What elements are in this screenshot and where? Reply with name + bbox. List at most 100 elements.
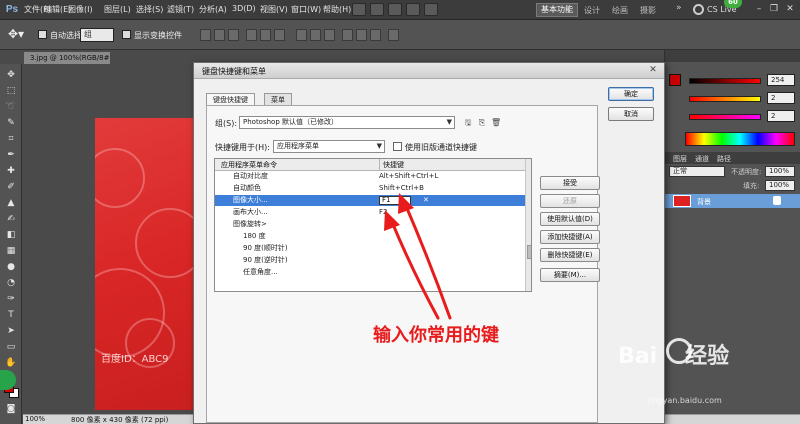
distribute-hcenter-icon[interactable] <box>356 29 367 41</box>
align-hcenter-icon[interactable] <box>260 29 271 41</box>
eraser-tool-icon[interactable]: ◧ <box>3 228 19 242</box>
close-window-icon[interactable]: ✕ <box>783 3 797 16</box>
bridge-icon[interactable] <box>352 3 366 16</box>
distribute-bottom-icon[interactable] <box>324 29 335 41</box>
table-row[interactable]: 自动颜色 Shift+Ctrl+B <box>215 183 525 194</box>
table-row[interactable]: 图像旋转> <box>215 219 525 230</box>
delete-shortcut-button[interactable]: 删除快捷键(E) <box>540 248 600 262</box>
path-select-tool-icon[interactable]: ➤ <box>3 324 19 338</box>
workspace-button[interactable]: 基本功能 <box>536 3 578 17</box>
tab-keyboard-shortcuts[interactable]: 键盘快捷键 <box>206 93 255 105</box>
table-row[interactable]: 自动对比度 Alt+Shift+Ctrl+L <box>215 171 525 182</box>
align-bottom-icon[interactable] <box>228 29 239 41</box>
shortcut-input[interactable]: F1 <box>379 196 411 205</box>
auto-align-icon[interactable] <box>388 29 399 41</box>
red-slider-track[interactable] <box>689 78 761 84</box>
eyedropper-tool-icon[interactable]: ✒ <box>3 148 19 162</box>
healing-brush-tool-icon[interactable]: ✚ <box>3 164 19 178</box>
pen-tool-icon[interactable]: ✑ <box>3 292 19 306</box>
menu-select[interactable]: 选择(S) <box>136 4 163 15</box>
distribute-vcenter-icon[interactable] <box>310 29 321 41</box>
tab-menus[interactable]: 菜单 <box>264 93 292 105</box>
type-tool-icon[interactable]: T <box>3 308 19 322</box>
shape-tool-icon[interactable]: ▭ <box>3 340 19 354</box>
quick-select-tool-icon[interactable]: ✎ <box>3 116 19 130</box>
delete-set-icon[interactable]: 🗑 <box>491 117 501 128</box>
cs-live-icon[interactable] <box>693 4 704 15</box>
color-spectrum[interactable] <box>685 132 795 146</box>
color-slider-b[interactable]: 2 <box>671 110 797 124</box>
dodge-tool-icon[interactable]: ◔ <box>3 276 19 290</box>
opacity-field[interactable]: 100% <box>765 166 795 177</box>
blend-mode-dropdown[interactable]: 正常 <box>669 166 725 177</box>
tab-channels[interactable]: 通道 <box>695 154 709 164</box>
auto-select-checkbox[interactable] <box>38 30 47 39</box>
clone-stamp-tool-icon[interactable]: ▲ <box>3 196 19 210</box>
align-right-icon[interactable] <box>274 29 285 41</box>
color-slider-r[interactable]: 254 <box>671 74 797 88</box>
align-left-icon[interactable] <box>246 29 257 41</box>
shortcuts-for-dropdown[interactable]: 应用程序菜单 ▼ <box>273 140 385 153</box>
minimize-icon[interactable]: – <box>752 3 766 16</box>
summarize-button[interactable]: 摘要(M)... <box>540 268 600 282</box>
blur-tool-icon[interactable]: ● <box>3 260 19 274</box>
workspace-design[interactable]: 设计 <box>584 5 600 16</box>
save-set-icon[interactable]: 🖫 <box>463 117 473 128</box>
tab-layers[interactable]: 图层 <box>673 154 687 164</box>
zoom-level-icon[interactable] <box>388 3 402 16</box>
document-tab[interactable]: 3.jpg @ 100%(RGB/8#) <box>24 52 110 64</box>
blue-value-field[interactable]: 2 <box>767 110 795 122</box>
menu-view[interactable]: 视图(V) <box>260 4 288 15</box>
table-row[interactable]: 任意角度... <box>215 267 525 278</box>
use-default-button[interactable]: 使用默认值(D) <box>540 212 600 226</box>
marquee-tool-icon[interactable]: ⬚ <box>3 84 19 98</box>
clear-shortcut-icon[interactable]: ✕ <box>423 195 429 206</box>
align-vcenter-icon[interactable] <box>214 29 225 41</box>
shortcuts-table[interactable]: 应用程序菜单命令 快捷键 自动对比度 Alt+Shift+Ctrl+L 自动颜色 Sh… <box>214 158 532 292</box>
tab-paths[interactable]: 路径 <box>717 154 731 164</box>
table-row[interactable]: 180 度 <box>215 231 525 242</box>
scrollbar-thumb[interactable] <box>527 245 531 259</box>
undo-button[interactable]: 还原 <box>540 194 600 208</box>
fill-field[interactable]: 100% <box>765 180 795 191</box>
menu-layer[interactable]: 图层(L) <box>104 4 131 15</box>
lasso-tool-icon[interactable]: ➰ <box>3 100 19 114</box>
quick-mask-icon[interactable]: ◙ <box>3 402 19 416</box>
align-top-icon[interactable] <box>200 29 211 41</box>
menu-window[interactable]: 窗口(W) <box>291 4 321 15</box>
move-tool-icon[interactable]: ✥ <box>3 68 19 82</box>
blue-slider-track[interactable] <box>689 114 761 120</box>
close-icon[interactable]: ✕ <box>646 64 660 77</box>
menu-analysis[interactable]: 分析(A) <box>199 4 227 15</box>
restore-icon[interactable]: ❐ <box>767 3 781 16</box>
hand-tool-icon[interactable] <box>406 3 420 16</box>
set-dropdown[interactable]: Photoshop 默认值（已修改） ▼ <box>239 116 455 129</box>
history-brush-tool-icon[interactable]: ✍ <box>3 212 19 226</box>
table-row[interactable]: 画布大小... F2 <box>215 207 525 218</box>
minibridge-icon[interactable] <box>370 3 384 16</box>
more-workspaces-icon[interactable]: » <box>676 3 682 13</box>
show-transform-checkbox[interactable] <box>122 30 131 39</box>
workspace-painting[interactable]: 绘画 <box>612 5 628 16</box>
menu-image[interactable]: 图像(I) <box>68 4 93 15</box>
table-scrollbar[interactable] <box>525 159 531 291</box>
distribute-right-icon[interactable] <box>370 29 381 41</box>
save-set-as-icon[interactable]: ⎘ <box>477 117 487 128</box>
workspace-photography[interactable]: 摄影 <box>640 5 656 16</box>
menu-help[interactable]: 帮助(H) <box>323 4 351 15</box>
menu-filter[interactable]: 滤镜(T) <box>167 4 194 15</box>
color-slider-g[interactable]: 2 <box>671 92 797 106</box>
table-row[interactable]: 图像大小... F1 ✕ <box>215 195 525 206</box>
move-tool-preset-icon[interactable]: ✥▾ <box>8 27 24 41</box>
auto-select-dropdown[interactable]: 组 <box>80 28 114 42</box>
distribute-left-icon[interactable] <box>342 29 353 41</box>
cancel-button[interactable]: 取消 <box>608 107 654 121</box>
hand-tool-icon[interactable]: ✋ <box>3 356 19 370</box>
menu-3d[interactable]: 3D(D) <box>232 4 256 13</box>
table-row[interactable]: 90 度(逆时针) <box>215 255 525 266</box>
table-row[interactable]: 90 度(顺时针) <box>215 243 525 254</box>
arrange-docs-icon[interactable] <box>424 3 438 16</box>
accept-button[interactable]: 接受 <box>540 176 600 190</box>
green-slider-track[interactable] <box>689 96 761 102</box>
legacy-channel-checkbox[interactable] <box>393 142 402 151</box>
